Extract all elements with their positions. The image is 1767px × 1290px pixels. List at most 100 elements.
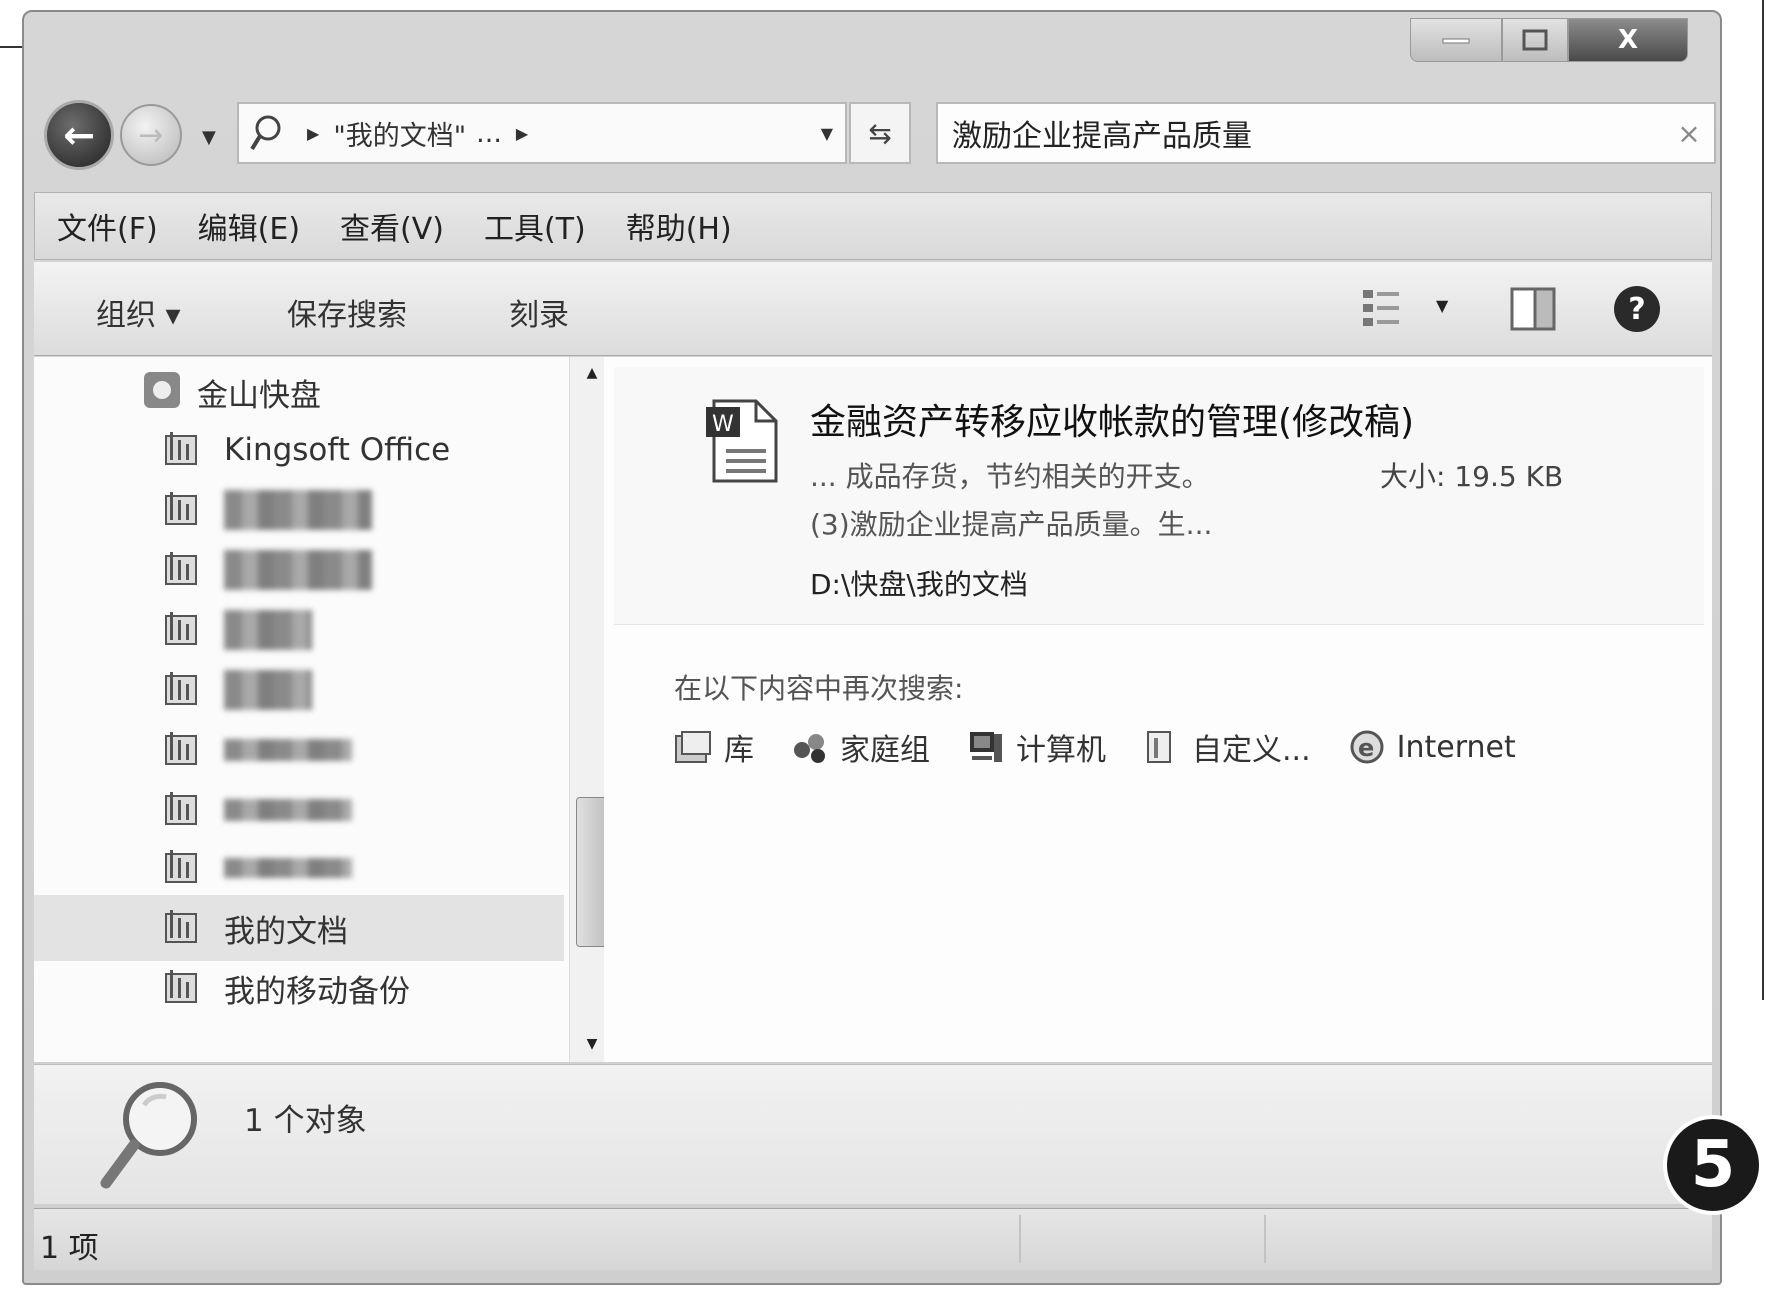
menu-file[interactable]: 文件(F) — [57, 204, 158, 248]
navigation-pane: 金山快盘 Kingsoft Office 我的文档 我的移动备份 ▲ ▼ — [34, 357, 613, 1062]
frame-edge-right — [1762, 0, 1764, 1000]
clear-search-icon[interactable]: × — [1664, 117, 1714, 150]
blurred-label — [224, 670, 312, 710]
folder-icon — [162, 608, 202, 652]
sidebar-item-label: Kingsoft Office — [224, 432, 451, 468]
search-again-label: 在以下内容中再次搜索: — [674, 672, 964, 705]
sidebar-item-blurred[interactable] — [34, 537, 564, 603]
preview-pane-icon[interactable] — [1509, 286, 1557, 336]
menu-tools[interactable]: 工具(T) — [484, 204, 586, 248]
menu-view[interactable]: 查看(V) — [340, 204, 444, 248]
blurred-label — [224, 550, 372, 590]
chevron-right-icon[interactable]: ▶ — [516, 124, 528, 143]
sidebar-item-my-documents[interactable]: 我的文档 — [34, 895, 564, 961]
kuaipan-icon — [142, 370, 182, 414]
forward-button[interactable]: → — [120, 104, 182, 166]
search-box[interactable]: × — [936, 102, 1716, 164]
organize-button[interactable]: 组织 ▾ — [96, 290, 181, 334]
folder-icon — [162, 548, 202, 592]
change-view-icon[interactable] — [1359, 286, 1403, 336]
close-button[interactable]: X — [1568, 18, 1688, 62]
sidebar-item-kuaipan[interactable]: 金山快盘 — [34, 359, 564, 425]
scope-label: 计算机 — [1016, 733, 1106, 768]
breadcrumb-my-documents[interactable]: "我的文档" — [333, 114, 466, 153]
address-dropdown-icon[interactable]: ▼ — [821, 124, 833, 143]
result-title[interactable]: 金融资产转移应收帐款的管理(修改稿) — [810, 393, 1414, 445]
scope-label: 库 — [724, 733, 754, 768]
magnifier-icon — [96, 1075, 206, 1199]
close-icon: X — [1617, 25, 1639, 55]
recent-pages-dropdown[interactable]: ▼ — [202, 127, 216, 148]
refresh-button[interactable]: ⇆ — [849, 102, 911, 164]
details-object-count: 1 个对象 — [244, 1103, 367, 1139]
homegroup-icon — [794, 734, 825, 763]
sidebar-item-blurred[interactable] — [34, 777, 564, 843]
sidebar-item-blurred[interactable] — [34, 477, 564, 543]
maximize-icon — [1522, 29, 1548, 51]
blurred-label — [224, 858, 352, 878]
blurred-label — [224, 799, 352, 821]
burn-button[interactable]: 刻录 — [509, 290, 569, 334]
status-divider — [1019, 1215, 1021, 1263]
status-divider — [1264, 1215, 1266, 1263]
computer-icon — [970, 732, 1002, 762]
result-snippet: (3)激励企业提高产品质量。生... — [810, 508, 1213, 541]
search-result-item[interactable]: W 金融资产转移应收帐款的管理(修改稿) ... 成品存货，节约相关的开支。 大… — [614, 367, 1704, 625]
internet-icon: e — [1350, 730, 1384, 764]
result-path: D:\快盘\我的文档 — [810, 568, 1028, 601]
folder-icon — [162, 428, 202, 472]
custom-folder-icon — [1147, 731, 1171, 763]
breadcrumb-ellipsis: ... — [476, 117, 502, 149]
details-pane: 1 个对象 — [34, 1064, 1712, 1204]
folder-icon — [162, 728, 202, 772]
scope-custom[interactable]: 自定义... — [1142, 725, 1311, 769]
sidebar-item-label: 我的文档 — [224, 913, 348, 950]
folder-icon — [162, 488, 202, 532]
scope-libraries[interactable]: 库 — [674, 725, 754, 769]
menu-help[interactable]: 帮助(H) — [626, 204, 732, 248]
folder-icon — [162, 846, 202, 890]
refresh-icon: ⇆ — [868, 116, 892, 150]
blurred-label — [224, 610, 312, 650]
blurred-label — [224, 739, 352, 761]
result-snippet: ... 成品存货，节约相关的开支。 — [810, 460, 1210, 493]
folder-icon — [162, 788, 202, 832]
svg-text:e: e — [1358, 734, 1374, 762]
scope-internet[interactable]: e Internet — [1347, 728, 1516, 766]
content-pane: W 金融资产转移应收帐款的管理(修改稿) ... 成品存货，节约相关的开支。 大… — [604, 357, 1712, 1062]
back-arrow-icon: ← — [63, 113, 95, 157]
view-dropdown-icon[interactable]: ▼ — [1436, 296, 1448, 315]
status-bar: 1 项 — [34, 1208, 1712, 1270]
sidebar-item-my-mobile-backup[interactable]: 我的移动备份 — [34, 955, 564, 1021]
command-bar: 组织 ▾ 保存搜索 刻录 ▼ ? — [34, 262, 1712, 356]
document-icon: W — [704, 397, 784, 491]
blurred-label — [224, 490, 372, 530]
scope-computer[interactable]: 计算机 — [966, 725, 1106, 769]
chevron-right-icon[interactable]: ▶ — [307, 124, 319, 143]
minimize-icon — [1442, 38, 1470, 44]
menu-edit[interactable]: 编辑(E) — [198, 204, 300, 248]
sidebar-item-blurred[interactable] — [34, 717, 564, 783]
help-icon[interactable]: ? — [1614, 286, 1660, 332]
folder-icon — [162, 668, 202, 712]
save-search-button[interactable]: 保存搜索 — [287, 290, 407, 334]
folder-icon — [162, 906, 202, 950]
minimize-button[interactable] — [1410, 18, 1502, 62]
svg-text:W: W — [712, 412, 734, 437]
maximize-button[interactable] — [1502, 18, 1568, 62]
explorer-window: X ← → ▼ ▶ "我的文档" ... ▶ ▼ ⇆ × — [22, 10, 1722, 1285]
search-again-scopes: 库 家庭组 计算机 自定义... e Internet — [674, 725, 1552, 769]
sidebar-item-blurred[interactable] — [34, 597, 564, 663]
search-input[interactable] — [952, 115, 1664, 151]
libraries-icon — [675, 731, 711, 763]
search-icon — [239, 113, 293, 153]
sidebar-item-blurred[interactable] — [34, 657, 564, 723]
sidebar-item-blurred[interactable] — [34, 835, 564, 901]
address-bar[interactable]: ▶ "我的文档" ... ▶ ▼ — [237, 102, 847, 164]
sidebar-item-kingsoft-office[interactable]: Kingsoft Office — [34, 417, 564, 483]
back-button[interactable]: ← — [44, 100, 114, 170]
scope-homegroup[interactable]: 家庭组 — [790, 725, 930, 769]
sidebar-item-label: 我的移动备份 — [224, 973, 410, 1010]
menu-bar: 文件(F) 编辑(E) 查看(V) 工具(T) 帮助(H) — [34, 192, 1712, 260]
step-number-badge: 5 — [1663, 1115, 1763, 1215]
